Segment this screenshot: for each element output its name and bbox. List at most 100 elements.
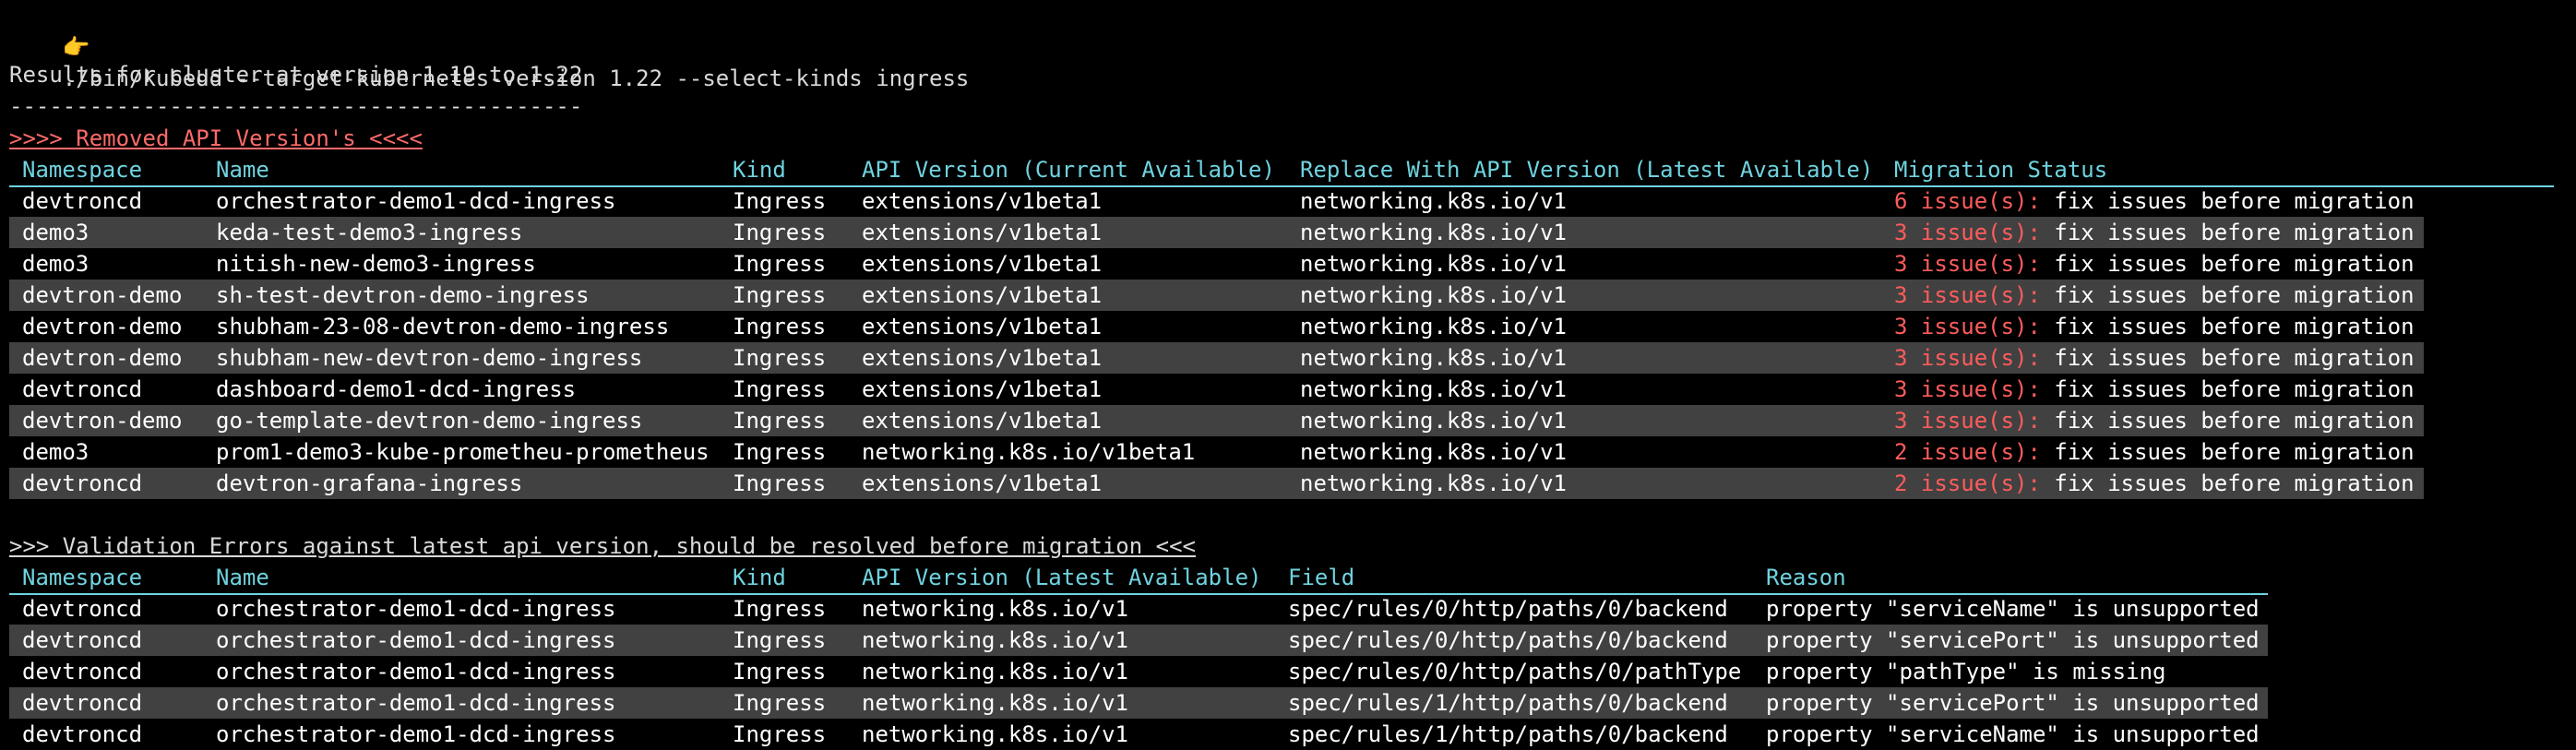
cell-reason: property "servicePort" is unsupported [1766,690,2260,716]
cell-kind: Ingress [733,596,827,622]
cell-kind: Ingress [733,345,827,371]
migration-status-text: fix issues before migration [2040,376,2415,402]
migration-status-text: fix issues before migration [2040,188,2415,214]
migration-status-text: fix issues before migration [2040,251,2415,277]
header-namespace: Namespace [22,157,143,183]
cell-migration-status: 3 issue(s): fix issues before migration [1894,342,2415,374]
cell-namespace: demo3 [22,251,89,277]
cell-kind: Ingress [733,251,827,277]
cell-name: sh-test-devtron-demo-ingress [216,282,590,308]
cell-kind: Ingress [733,314,827,339]
cell-api-version: networking.k8s.io/v1 [862,690,1128,716]
cell-namespace: demo3 [22,220,89,245]
cell-namespace: devtron-demo [22,345,183,371]
header-migration-status: Migration Status [1894,157,2108,183]
validation-section-title: >>> Validation Errors against latest api… [9,533,1196,559]
cell-field: spec/rules/1/http/paths/0/backend [1288,721,1728,747]
cell-migration-status: 6 issue(s): fix issues before migration [1894,185,2415,217]
issue-count: 2 issue(s): [1894,439,2041,465]
removed-table-header: Namespace Name Kind API Version (Current… [9,154,2554,187]
cell-replace-api-version: networking.k8s.io/v1 [1300,408,1567,434]
cell-kind: Ingress [733,439,827,465]
cell-api-version: extensions/v1beta1 [862,282,1103,308]
cell-replace-api-version: networking.k8s.io/v1 [1300,251,1567,277]
header-kind: Kind [733,157,786,183]
cell-namespace: devtroncd [22,596,143,622]
cell-namespace: devtron-demo [22,314,183,339]
removed-api-section-title: >>>> Removed API Version's <<<< [9,125,423,151]
header-reason: Reason [1766,565,1846,590]
header-api-version-latest: API Version (Latest Available) [862,565,1262,590]
cell-api-version: extensions/v1beta1 [862,470,1103,496]
cell-namespace: devtroncd [22,721,143,747]
cell-migration-status: 3 issue(s): fix issues before migration [1894,217,2415,248]
validation-table-header: Namespace Name Kind API Version (Latest … [9,562,2268,595]
table-row: devtroncd orchestrator-demo1-dcd-ingress I… [9,656,2268,687]
cell-api-version: extensions/v1beta1 [862,408,1103,434]
cell-name: orchestrator-demo1-dcd-ingress [216,690,616,716]
table-row: demo3 keda-test-demo3-ingress Ingress exten… [9,217,2424,248]
cell-kind: Ingress [733,470,827,496]
cell-kind: Ingress [733,220,827,245]
table-row: devtroncd orchestrator-demo1-dcd-ingress I… [9,719,2268,750]
migration-status-text: fix issues before migration [2040,408,2415,434]
cell-api-version: extensions/v1beta1 [862,314,1103,339]
header-name: Name [216,157,269,183]
cell-namespace: devtroncd [22,470,143,496]
issue-count: 6 issue(s): [1894,188,2041,214]
table-row: devtroncd dashboard-demo1-dcd-ingress Ingr… [9,374,2424,405]
table-row: devtron-demo go-template-devtron-demo-ing… [9,405,2424,436]
table-row: devtron-demo sh-test-devtron-demo-ingress… [9,280,2424,311]
cell-migration-status: 2 issue(s): fix issues before migration [1894,468,2415,499]
cell-namespace: devtroncd [22,188,143,214]
cell-name: keda-test-demo3-ingress [216,220,523,245]
header-name: Name [216,565,269,590]
cell-reason: property "pathType" is missing [1766,659,2166,685]
command-prompt-line: 👉 ./bin/kubedd --target-kubernetes-versi… [9,0,970,91]
cell-name: dashboard-demo1-dcd-ingress [216,376,577,402]
migration-status-text: fix issues before migration [2040,220,2415,245]
cell-namespace: devtroncd [22,659,143,685]
pointing-hand-icon: 👉 [62,34,90,60]
cell-api-version: networking.k8s.io/v1 [862,596,1128,622]
table-row: demo3 nitish-new-demo3-ingress Ingress exte… [9,248,2424,280]
table-row: devtroncd orchestrator-demo1-dcd-ingress I… [9,625,2268,656]
cell-namespace: devtron-demo [22,282,183,308]
cell-field: spec/rules/0/http/paths/0/backend [1288,596,1728,622]
cell-api-version: extensions/v1beta1 [862,251,1103,277]
issue-count: 3 issue(s): [1894,408,2041,434]
cell-name: devtron-grafana-ingress [216,470,523,496]
migration-status-text: fix issues before migration [2040,470,2415,496]
cell-api-version: extensions/v1beta1 [862,376,1103,402]
table-row: devtron-demo shubham-new-devtron-demo-ing… [9,342,2424,374]
cell-replace-api-version: networking.k8s.io/v1 [1300,376,1567,402]
cell-replace-api-version: networking.k8s.io/v1 [1300,314,1567,339]
cell-replace-api-version: networking.k8s.io/v1 [1300,188,1567,214]
cell-migration-status: 3 issue(s): fix issues before migration [1894,311,2415,342]
cell-api-version: networking.k8s.io/v1 [862,659,1128,685]
cell-kind: Ingress [733,188,827,214]
cell-replace-api-version: networking.k8s.io/v1 [1300,282,1567,308]
cell-replace-api-version: networking.k8s.io/v1 [1300,439,1567,465]
cell-name: orchestrator-demo1-dcd-ingress [216,627,616,653]
cell-namespace: demo3 [22,439,89,465]
cell-name: orchestrator-demo1-dcd-ingress [216,659,616,685]
cell-kind: Ingress [733,721,827,747]
header-field: Field [1288,565,1355,590]
cell-kind: Ingress [733,690,827,716]
cell-migration-status: 3 issue(s): fix issues before migration [1894,374,2415,405]
migration-status-text: fix issues before migration [2040,345,2415,371]
header-api-version-current: API Version (Current Available) [862,157,1275,183]
header-namespace: Namespace [22,565,143,590]
cell-api-version: extensions/v1beta1 [862,345,1103,371]
cell-api-version: extensions/v1beta1 [862,188,1103,214]
cell-replace-api-version: networking.k8s.io/v1 [1300,345,1567,371]
cell-migration-status: 3 issue(s): fix issues before migration [1894,280,2415,311]
issue-count: 3 issue(s): [1894,282,2041,308]
migration-status-text: fix issues before migration [2040,439,2415,465]
issue-count: 3 issue(s): [1894,345,2041,371]
cell-reason: property "servicePort" is unsupported [1766,627,2260,653]
cell-kind: Ingress [733,627,827,653]
cell-name: shubham-23-08-devtron-demo-ingress [216,314,670,339]
cell-kind: Ingress [733,408,827,434]
